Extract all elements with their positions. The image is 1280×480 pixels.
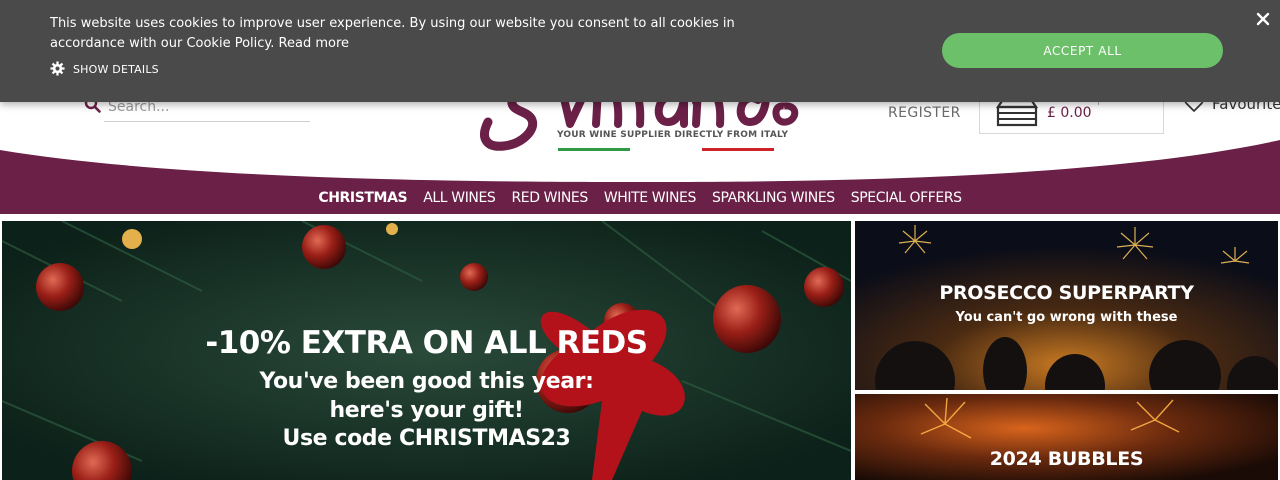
promo-code: CHRISTMAS23: [398, 426, 571, 451]
gear-icon: [50, 61, 65, 76]
logo-tagline: YOUR WINE SUPPLIER DIRECTLY FROM ITALY: [557, 130, 789, 140]
close-icon[interactable]: [1254, 10, 1272, 28]
main-banner-line-1: You've been good this year:: [259, 369, 594, 394]
nav-item-special-offers[interactable]: SPECIAL OFFERS: [851, 190, 962, 206]
nav-item-red-wines[interactable]: RED WINES: [511, 190, 588, 206]
nav-item-christmas[interactable]: CHRISTMAS: [318, 190, 407, 206]
main-banner-line-3: Use code CHRISTMAS23: [2, 426, 851, 451]
fireworks-party-image: [855, 221, 1278, 390]
christmas-banner[interactable]: -10% EXTRA ON ALL REDS You've been good …: [2, 221, 851, 480]
main-nav: CHRISTMAS ALL WINES RED WINES WHITE WINE…: [0, 182, 1280, 214]
cookie-message: This website uses cookies to improve use…: [50, 14, 810, 54]
main-banner-code-prefix: Use code: [282, 426, 399, 451]
accept-all-button[interactable]: ACCEPT ALL: [942, 33, 1223, 68]
show-details-label: SHOW DETAILS: [73, 63, 159, 76]
cart-total: £ 0.00: [1047, 105, 1092, 121]
cookie-consent-bar: This website uses cookies to improve use…: [0, 0, 1280, 102]
cookie-message-text: This website uses cookies to improve use…: [50, 16, 735, 51]
read-more-link[interactable]: Read more: [279, 36, 349, 51]
prosecco-banner[interactable]: PROSECCO SUPERPARTY You can't go wrong w…: [855, 221, 1278, 390]
main-banner-headline: -10% EXTRA ON ALL REDS: [205, 325, 648, 361]
nav-item-all-wines[interactable]: ALL WINES: [423, 190, 496, 206]
nav-item-sparkling-wines[interactable]: SPARKLING WINES: [712, 190, 835, 206]
register-link[interactable]: REGISTER: [888, 105, 961, 121]
bubbles-banner-headline: 2024 BUBBLES: [989, 448, 1144, 470]
prosecco-banner-subline: You can't go wrong with these: [955, 310, 1178, 325]
prosecco-banner-headline: PROSECCO SUPERPARTY: [939, 282, 1194, 304]
bubbles-banner[interactable]: 2024 BUBBLES: [855, 394, 1278, 480]
main-banner-line-2: here's your gift!: [329, 398, 524, 423]
nav-item-white-wines[interactable]: WHITE WINES: [604, 190, 697, 206]
